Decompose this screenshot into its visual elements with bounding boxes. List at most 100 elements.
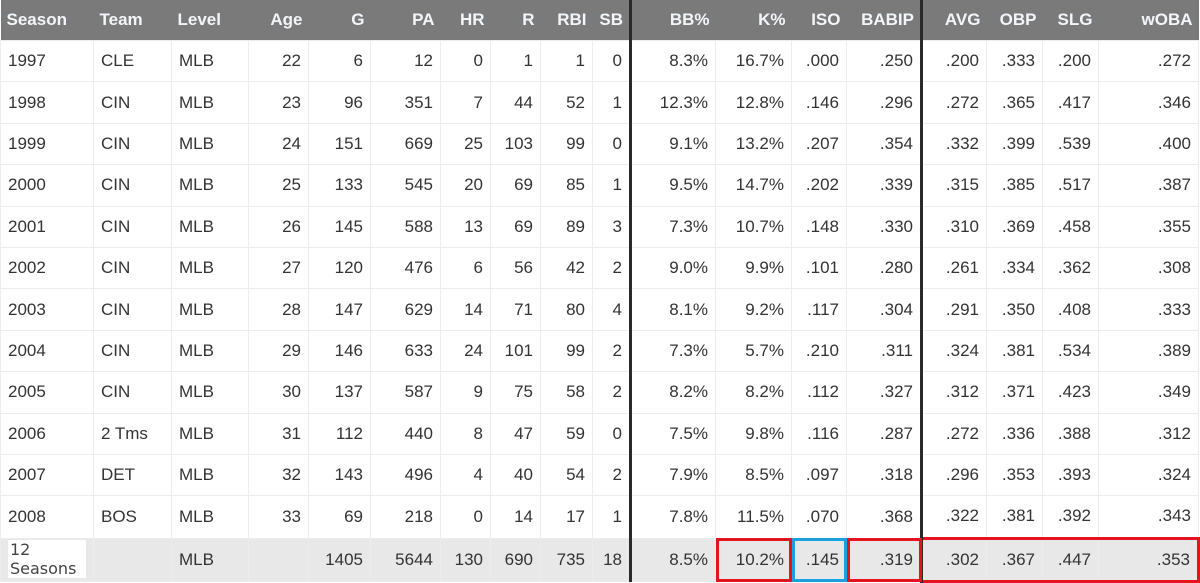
cell-iso: .097 bbox=[791, 453, 847, 497]
cell-woba: .355 bbox=[1098, 205, 1199, 248]
cell-pa: 587 bbox=[370, 371, 441, 414]
cell-hr: 20 bbox=[440, 164, 491, 207]
cell-r: 75 bbox=[490, 371, 541, 414]
total-babip: .319 bbox=[846, 537, 923, 583]
cell-hr: 7 bbox=[440, 81, 491, 124]
cell-avg: .200 bbox=[921, 39, 987, 83]
total-level: MLB bbox=[171, 537, 249, 583]
cell-slg: .362 bbox=[1042, 246, 1099, 290]
table-row: 1997 CLE MLB 22 6 12 0 1 1 0 8.3% 16.7% .000.250.200… bbox=[0, 39, 1199, 83]
cell-hr: 4 bbox=[440, 453, 491, 497]
cell-age: 26 bbox=[248, 205, 309, 248]
column-header-woba[interactable]: wOBA bbox=[1098, 0, 1199, 41]
cell-k-pct: 13.2% bbox=[715, 122, 792, 166]
cell-hr: 0 bbox=[440, 39, 491, 83]
cell-season: 2003 bbox=[0, 288, 94, 331]
table-row: 1999 CIN MLB 24 151 669 25 103 99 0 9.1% 13.2% .207.… bbox=[0, 122, 1199, 166]
cell-pa: 545 bbox=[370, 164, 441, 207]
cell-r: 14 bbox=[490, 495, 541, 539]
cell-k-pct: 9.2% bbox=[715, 288, 792, 331]
column-header-k-pct[interactable]: K% bbox=[715, 0, 792, 41]
cell-babip: .330 bbox=[846, 205, 923, 248]
cell-bb-pct: 7.5% bbox=[630, 412, 716, 455]
cell-g: 69 bbox=[308, 495, 371, 539]
cell-avg: .332 bbox=[921, 122, 987, 166]
table-row: 2008 BOS MLB 33 69 218 0 14 17 1 7.8% 11.5% .070.368… bbox=[0, 495, 1199, 539]
column-header-babip[interactable]: BABIP bbox=[846, 0, 923, 41]
cell-bb-pct: 12.3% bbox=[630, 81, 716, 124]
column-header-sb[interactable]: SB bbox=[592, 0, 632, 41]
cell-sb: 2 bbox=[592, 453, 632, 497]
cell-level: MLB bbox=[171, 329, 249, 373]
cell-sb: 1 bbox=[592, 495, 632, 539]
cell-rbi: 80 bbox=[540, 288, 593, 331]
cell-iso: .146 bbox=[791, 81, 847, 124]
cell-babip: .368 bbox=[846, 495, 923, 539]
cell-hr: 24 bbox=[440, 329, 491, 373]
column-header-avg[interactable]: AVG bbox=[921, 0, 987, 41]
cell-k-pct: 11.5% bbox=[715, 495, 792, 539]
cell-bb-pct: 8.1% bbox=[630, 288, 716, 331]
cell-sb: 1 bbox=[592, 81, 632, 124]
cell-rbi: 89 bbox=[540, 205, 593, 248]
column-header-obp[interactable]: OBP bbox=[986, 0, 1043, 41]
column-header-iso[interactable]: ISO bbox=[791, 0, 847, 41]
cell-r: 103 bbox=[490, 122, 541, 166]
column-header-age[interactable]: Age bbox=[248, 0, 309, 41]
cell-level: MLB bbox=[171, 288, 249, 331]
cell-obp: .399 bbox=[986, 122, 1043, 166]
cell-rbi: 54 bbox=[540, 453, 593, 497]
cell-season: 2005 bbox=[0, 371, 94, 414]
cell-g: 120 bbox=[308, 246, 371, 290]
cell-sb: 2 bbox=[592, 329, 632, 373]
cell-woba: .389 bbox=[1098, 329, 1199, 373]
total-avg: .302 bbox=[920, 536, 987, 583]
cell-woba: .333 bbox=[1098, 288, 1199, 331]
cell-team: DET bbox=[93, 453, 172, 497]
cell-pa: 588 bbox=[370, 205, 441, 248]
cell-avg: .272 bbox=[921, 81, 987, 124]
cell-slg: .408 bbox=[1042, 288, 1099, 331]
cell-age: 33 bbox=[248, 495, 309, 539]
total-rbi: 735 bbox=[540, 537, 593, 583]
cell-obp: .365 bbox=[986, 81, 1043, 124]
header-row: Season Team Level Age G PA HR R RBI SB BB% K% ISO BAB… bbox=[0, 0, 1199, 41]
cell-hr: 6 bbox=[440, 246, 491, 290]
cell-obp: .334 bbox=[986, 246, 1043, 290]
cell-level: MLB bbox=[171, 412, 249, 455]
column-header-season[interactable]: Season bbox=[0, 0, 94, 41]
cell-rbi: 58 bbox=[540, 371, 593, 414]
cell-iso: .202 bbox=[791, 164, 847, 207]
column-header-team[interactable]: Team bbox=[93, 0, 172, 41]
cell-iso: .148 bbox=[791, 205, 847, 248]
cell-avg: .261 bbox=[921, 246, 987, 290]
cell-avg: .272 bbox=[921, 412, 987, 455]
cell-obp: .350 bbox=[986, 288, 1043, 331]
cell-sb: 2 bbox=[592, 371, 632, 414]
cell-hr: 25 bbox=[440, 122, 491, 166]
column-header-rbi[interactable]: RBI bbox=[540, 0, 593, 41]
column-header-level[interactable]: Level bbox=[171, 0, 249, 41]
cell-rbi: 99 bbox=[540, 122, 593, 166]
table-row: 2006 2 Tms MLB 31 112 440 8 47 59 0 7.5% 9.8% .116.2… bbox=[0, 412, 1199, 455]
column-header-hr[interactable]: HR bbox=[440, 0, 491, 41]
total-obp: .367 bbox=[986, 536, 1043, 583]
cell-level: MLB bbox=[171, 371, 249, 414]
column-header-pa[interactable]: PA bbox=[370, 0, 441, 41]
cell-woba: .324 bbox=[1098, 453, 1199, 497]
column-header-g[interactable]: G bbox=[308, 0, 371, 41]
cell-sb: 4 bbox=[592, 288, 632, 331]
cell-woba: .349 bbox=[1098, 371, 1199, 414]
cell-avg: .322 bbox=[921, 495, 987, 539]
column-header-r[interactable]: R bbox=[490, 0, 541, 41]
table-row: 2007 DET MLB 32 143 496 4 40 54 2 7.9% 8.5% .097.318… bbox=[0, 453, 1199, 497]
cell-obp: .371 bbox=[986, 371, 1043, 414]
cell-babip: .250 bbox=[846, 39, 923, 83]
cell-r: 44 bbox=[490, 81, 541, 124]
column-header-slg[interactable]: SLG bbox=[1042, 0, 1099, 41]
cell-team: CIN bbox=[93, 81, 172, 124]
column-header-bb-pct[interactable]: BB% bbox=[630, 0, 716, 41]
cell-sb: 0 bbox=[592, 122, 632, 166]
cell-level: MLB bbox=[171, 495, 249, 539]
cell-woba: .343 bbox=[1098, 495, 1199, 539]
